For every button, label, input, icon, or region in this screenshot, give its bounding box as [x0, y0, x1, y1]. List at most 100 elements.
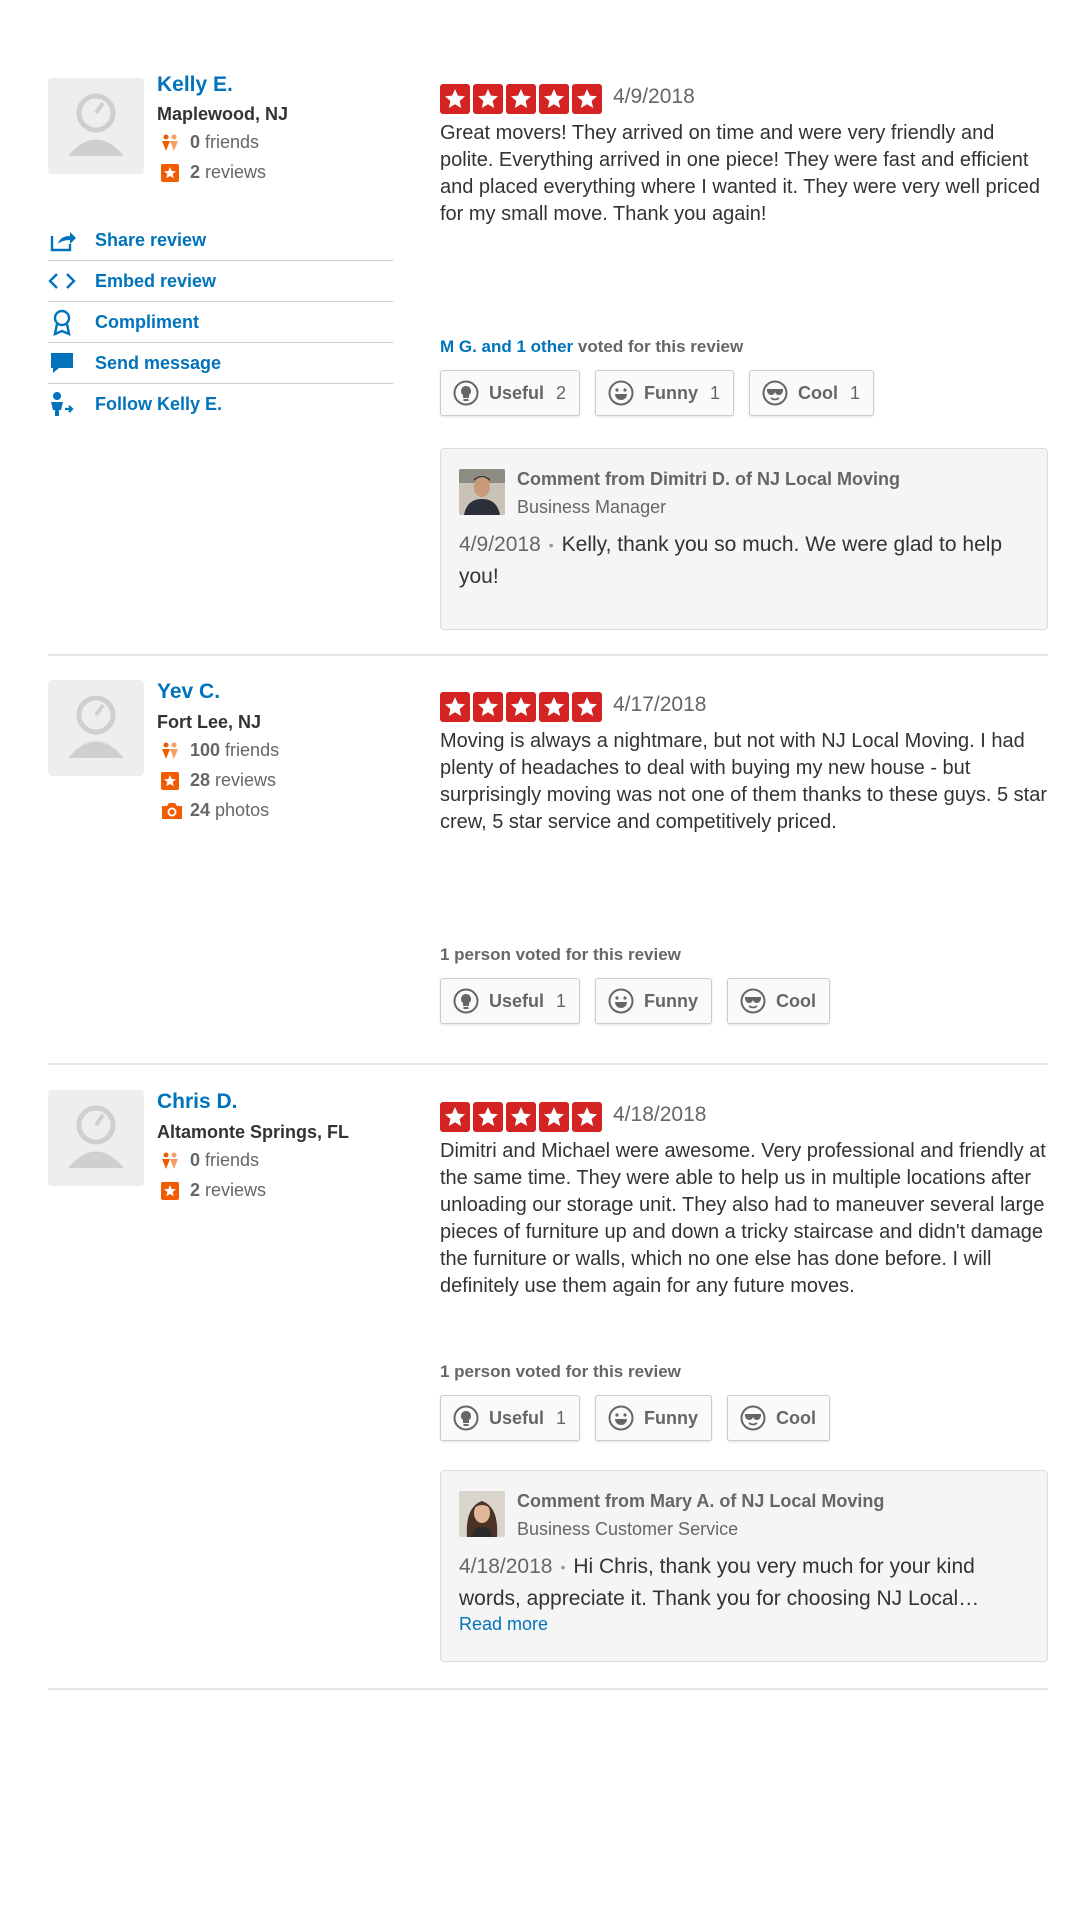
comment-author-role: Business Manager	[517, 497, 667, 517]
review-card: Yev C. Fort Lee, NJ 100 friends 28 reviews…	[48, 680, 1048, 1060]
review-count-value: 2	[190, 1180, 201, 1200]
message-icon	[48, 349, 76, 377]
read-more-link[interactable]: Read more	[459, 1614, 548, 1635]
review-count-label: reviews	[215, 770, 277, 790]
review-actions: Share review Embed review Compliment Sen…	[48, 220, 393, 424]
useful-icon	[453, 988, 479, 1014]
star-icon	[440, 84, 470, 114]
star-icon	[539, 84, 569, 114]
star-icon	[539, 1102, 569, 1132]
review-divider	[48, 1688, 1048, 1690]
user-avatar[interactable]	[48, 78, 144, 174]
send-message-link[interactable]: Send message	[48, 343, 393, 384]
useful-button[interactable]: Useful 1	[440, 978, 581, 1024]
friend-count-value: 0	[190, 1150, 201, 1170]
star-icon	[440, 692, 470, 722]
funny-count: 1	[710, 382, 721, 403]
cool-button[interactable]: Cool	[727, 978, 831, 1024]
user-name[interactable]: Chris D.	[157, 1090, 238, 1114]
useful-icon	[453, 380, 479, 406]
star-icon	[473, 692, 503, 722]
follow-user-link[interactable]: Follow Kelly E.	[48, 384, 393, 424]
cool-count: 1	[850, 382, 861, 403]
star-icon	[572, 84, 602, 114]
embed-review-link[interactable]: Embed review	[48, 261, 393, 302]
friend-count-label: friends	[225, 740, 280, 760]
share-icon	[48, 226, 76, 254]
follow-icon	[48, 390, 76, 418]
friend-count-value: 0	[190, 132, 201, 152]
vote-summary: 1 person voted for this review	[440, 945, 681, 964]
cool-icon	[762, 380, 788, 406]
review-count: 2 reviews	[160, 162, 266, 183]
user-avatar[interactable]	[48, 1090, 144, 1186]
review-date: 4/17/2018	[613, 693, 707, 716]
share-review-label[interactable]: Share review	[95, 230, 206, 251]
compliment-link[interactable]: Compliment	[48, 302, 393, 343]
user-name[interactable]: Yev C.	[157, 680, 220, 704]
business-comment: Comment from Mary A. of NJ Local Moving …	[440, 1470, 1048, 1662]
useful-button[interactable]: Useful 1	[440, 1395, 581, 1441]
friend-count: 100 friends	[160, 740, 279, 761]
review-count-icon	[160, 1181, 180, 1201]
friends-icon	[160, 1151, 180, 1171]
review-card: Kelly E. Maplewood, NJ 0 friends 2 reviews…	[48, 70, 1048, 640]
cool-button[interactable]: Cool 1	[749, 370, 875, 416]
compliment-icon	[48, 308, 76, 336]
review-date: 4/9/2018	[613, 85, 695, 108]
embed-review-label[interactable]: Embed review	[95, 271, 216, 292]
comment-text: 4/9/2018 • Kelly, thank you so much. We we…	[459, 529, 1029, 592]
friend-count-label: friends	[205, 132, 260, 152]
star-icon	[506, 692, 536, 722]
review-card: Chris D. Altamonte Springs, FL 0 friends …	[48, 1090, 1048, 1662]
review-text: Moving is always a nightmare, but not wi…	[440, 730, 1047, 833]
comment-date: 4/18/2018	[459, 1555, 553, 1578]
funny-button[interactable]: Funny	[595, 1395, 713, 1441]
review-text: Dimitri and Michael were awesome. Very p…	[440, 1140, 1046, 1297]
comment-author: Comment from Dimitri D. of NJ Local Movi…	[517, 469, 901, 489]
useful-label: Useful	[489, 1407, 545, 1428]
star-icon	[473, 84, 503, 114]
friends-icon	[160, 133, 180, 153]
user-location: Maplewood, NJ	[157, 104, 289, 124]
photo-count: 24 photos	[160, 800, 269, 821]
funny-label: Funny	[644, 382, 699, 403]
funny-button[interactable]: Funny 1	[595, 370, 735, 416]
useful-count: 1	[556, 990, 567, 1011]
review-count-value: 2	[190, 162, 201, 182]
star-icon	[572, 1102, 602, 1132]
cool-icon	[740, 988, 766, 1014]
send-message-label[interactable]: Send message	[95, 353, 221, 374]
review-count-value: 28	[190, 770, 211, 790]
user-avatar[interactable]	[48, 680, 144, 776]
funny-icon	[608, 988, 634, 1014]
business-owner-photo[interactable]	[459, 469, 505, 515]
cool-label: Cool	[798, 382, 839, 403]
user-name[interactable]: Kelly E.	[157, 73, 233, 97]
voters-link[interactable]: M G. and 1 other	[440, 337, 573, 356]
useful-icon	[453, 1405, 479, 1431]
review-divider	[48, 654, 1048, 656]
compliment-label[interactable]: Compliment	[95, 312, 199, 333]
vote-buttons: Useful 2 Funny 1 Cool 1	[440, 370, 875, 416]
star-icon	[506, 84, 536, 114]
star-rating	[440, 84, 602, 114]
star-rating	[440, 1102, 602, 1132]
review-text: Great movers! They arrived on time and w…	[440, 122, 1040, 225]
star-icon	[473, 1102, 503, 1132]
vote-summary: M G. and 1 other voted for this review	[440, 337, 743, 357]
funny-button[interactable]: Funny	[595, 978, 713, 1024]
cool-button[interactable]: Cool	[727, 1395, 831, 1441]
cool-label: Cool	[776, 1407, 817, 1428]
share-review-link[interactable]: Share review	[48, 220, 393, 261]
review-count-label: reviews	[205, 162, 267, 182]
business-owner-photo[interactable]	[459, 1491, 505, 1537]
vote-buttons: Useful 1 Funny Cool	[440, 978, 831, 1024]
useful-button[interactable]: Useful 2	[440, 370, 581, 416]
follow-user-label[interactable]: Follow Kelly E.	[95, 394, 222, 415]
review-date: 4/18/2018	[613, 1103, 707, 1126]
photo-count-value: 24	[190, 800, 211, 820]
friends-icon	[160, 741, 180, 761]
useful-label: Useful	[489, 990, 545, 1011]
review-divider	[48, 1063, 1048, 1065]
